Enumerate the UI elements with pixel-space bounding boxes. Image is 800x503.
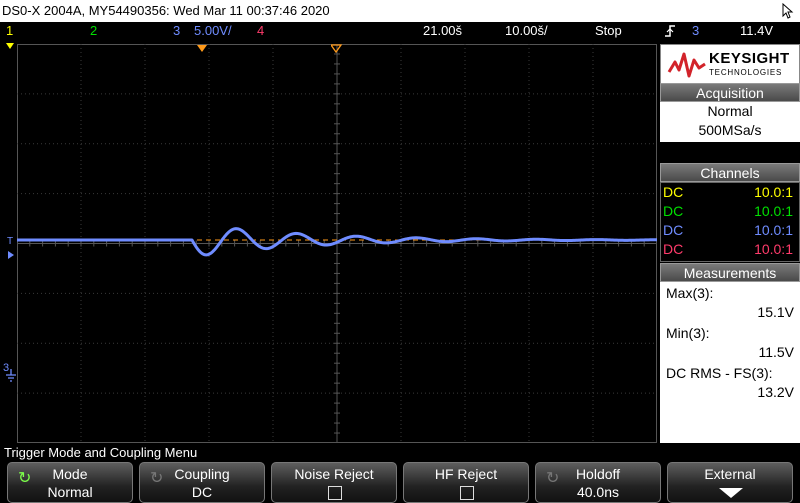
ch4-indicator[interactable]: 4 [257, 22, 264, 40]
ch3-indicator[interactable]: 3 [173, 22, 180, 40]
softkey-value: Normal [47, 484, 93, 500]
title-bar: DS0-X 2004A, MY54490356: Wed Mar 11 00:3… [0, 0, 800, 22]
channels-heading[interactable]: Channels [660, 163, 800, 182]
trigger-level: 11.4V [740, 23, 774, 38]
acquisition-body: Normal 500MSa/s [660, 102, 800, 142]
softkey-label: Coupling [174, 466, 230, 482]
softkey-label: Holdoff [575, 466, 621, 482]
acquisition-heading[interactable]: Acquisition [660, 83, 800, 102]
channel-row[interactable]: DC 10.0:1 [661, 202, 799, 221]
measurement-label: Max(3): [666, 285, 714, 301]
side-panel: KEYSIGHT TECHNOLOGIES Acquisition Normal… [660, 44, 800, 443]
coupling-softkey[interactable]: ↻ Coupling DC [139, 462, 265, 503]
measurement-value: 13.2V [757, 384, 794, 400]
ch2-probe: 10.0:1 [754, 203, 793, 219]
softkey-value: 40.0ns [576, 484, 620, 500]
ch1-indicator[interactable]: 1 [6, 22, 13, 40]
trigger-position-marker[interactable] [197, 41, 209, 59]
softkey-bar: ↻ Mode Normal ↻ Coupling DC Noise Reject… [0, 462, 800, 503]
channel-row[interactable]: DC 10.0:1 [661, 183, 799, 202]
logo-sub: TECHNOLOGIES [709, 68, 783, 77]
channel-row[interactable]: DC 10.0:1 [661, 240, 799, 259]
logo-brand: KEYSIGHT [709, 50, 790, 67]
ch3-scale: 5.00V/ [194, 23, 232, 38]
softkey-label: Mode [52, 466, 88, 482]
checkbox-icon[interactable] [328, 486, 342, 500]
mode-softkey[interactable]: ↻ Mode Normal [7, 462, 133, 503]
keysight-logo: KEYSIGHT TECHNOLOGIES [660, 44, 800, 84]
keysight-wave-icon [667, 52, 706, 78]
graticule [17, 44, 657, 443]
softkey-label: Noise Reject [294, 466, 374, 482]
measurement-label: Min(3): [666, 325, 710, 341]
channels-body: DC 10.0:1 DC 10.0:1 DC 10.0:1 DC 10.0:1 [660, 182, 800, 262]
hf-reject-softkey[interactable]: HF Reject [403, 462, 529, 503]
measurement-value: 15.1V [757, 304, 794, 320]
time-offset: 21.00š [423, 23, 463, 38]
title-text: DS0-X 2004A, MY54490356: Wed Mar 11 00:3… [2, 3, 330, 18]
trigger-level-arrow-icon [8, 248, 16, 266]
noise-reject-softkey[interactable]: Noise Reject [271, 462, 397, 503]
time-reference-marker[interactable] [329, 41, 343, 59]
measurement-label: DC RMS - FS(3): [666, 365, 773, 381]
ch4-probe: 10.0:1 [754, 241, 793, 257]
trigger-level-marker[interactable]: T [7, 236, 13, 247]
ch3-probe: 10.0:1 [754, 222, 793, 238]
time-scale: 10.00š/ [505, 23, 548, 38]
submenu-arrow-icon [719, 488, 743, 498]
checkbox-icon[interactable] [460, 486, 474, 500]
run-state: Stop [595, 23, 622, 38]
softkey-label: HF Reject [434, 466, 498, 482]
ch3-coupling: DC [663, 222, 684, 238]
ch1-probe: 10.0:1 [754, 184, 793, 200]
softkey-label: External [704, 466, 756, 482]
measurement-value: 11.5V [758, 344, 794, 360]
menu-title: Trigger Mode and Coupling Menu [0, 444, 800, 462]
softkey-value: DC [191, 484, 213, 500]
waveform-display[interactable] [17, 44, 657, 443]
channel-row[interactable]: DC 10.0:1 [661, 221, 799, 240]
ch1-ground-marker [6, 40, 14, 49]
acquisition-mode: Normal [707, 103, 753, 119]
ch1-coupling: DC [663, 184, 684, 200]
ground-icon [3, 368, 17, 389]
measurements-heading[interactable]: Measurements [660, 263, 800, 282]
external-softkey[interactable]: External [667, 462, 793, 503]
status-bar: 1 2 3 5.00V/ 4 21.00š 10.00š/ Stop 3 11.… [0, 22, 800, 40]
ch4-coupling: DC [663, 241, 684, 257]
ch2-coupling: DC [663, 203, 684, 219]
measurements-body: Max(3): 15.1V Min(3): 11.5V DC RMS - FS(… [660, 282, 800, 443]
trigger-edge-icon [664, 22, 676, 43]
holdoff-softkey[interactable]: ↻ Holdoff 40.0ns [535, 462, 661, 503]
trigger-source: 3 [692, 23, 700, 38]
acquisition-rate: 500MSa/s [698, 122, 762, 138]
cursor-arrow-icon [782, 3, 794, 19]
ch2-indicator[interactable]: 2 [90, 22, 97, 40]
